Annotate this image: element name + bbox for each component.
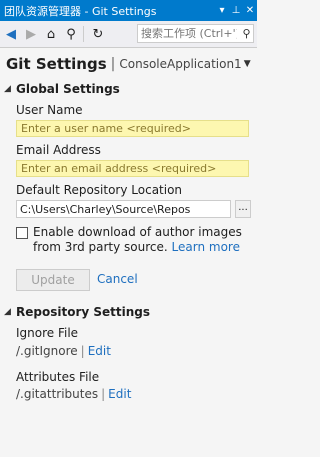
search-input[interactable] xyxy=(138,27,240,40)
ignore-file-row: /.gitIgnore | Edit xyxy=(16,344,111,358)
repo-location-field[interactable] xyxy=(16,200,231,218)
browse-button[interactable]: ... xyxy=(235,200,251,218)
repo-location-label: Default Repository Location xyxy=(16,183,183,197)
refresh-icon[interactable]: ↻ xyxy=(89,25,107,43)
toolbar: ◀ ▶ ⌂ ⚲ ↻ ⚲ xyxy=(0,21,257,48)
page-header: Git Settings | ConsoleApplication1 ▼ xyxy=(6,53,256,75)
repository-settings-header[interactable]: ◢ Repository Settings xyxy=(4,304,150,320)
search-icon[interactable]: ⚲ xyxy=(240,27,253,40)
forward-icon[interactable]: ▶ xyxy=(22,25,40,43)
ignore-edit-link[interactable]: Edit xyxy=(88,344,111,358)
window-title: 团队资源管理器 - Git Settings xyxy=(4,4,157,18)
page-title: Git Settings xyxy=(6,55,107,73)
update-button[interactable]: Update xyxy=(16,269,90,291)
learn-more-link[interactable]: Learn more xyxy=(172,240,240,254)
ignore-file-path: /.gitIgnore xyxy=(16,344,78,358)
header-separator: | xyxy=(110,56,116,72)
back-icon[interactable]: ◀ xyxy=(2,25,20,43)
user-name-field[interactable] xyxy=(16,120,249,137)
dropdown-icon[interactable]: ▾ xyxy=(215,5,229,16)
global-settings-title: Global Settings xyxy=(16,82,120,96)
toolbar-separator xyxy=(83,26,84,42)
attributes-file-row: /.gitattributes | Edit xyxy=(16,387,131,401)
collapse-icon[interactable]: ◢ xyxy=(4,307,16,317)
author-images-label: Enable download of author images from 3r… xyxy=(33,225,253,255)
repository-settings-title: Repository Settings xyxy=(16,305,151,319)
user-name-label: User Name xyxy=(16,103,83,117)
global-settings-section: ◢ Global Settings xyxy=(4,81,120,97)
global-settings-header[interactable]: ◢ Global Settings xyxy=(4,81,120,97)
author-images-checkbox[interactable] xyxy=(16,227,28,239)
email-field[interactable] xyxy=(16,160,249,177)
repo-selector[interactable]: ConsoleApplication1 xyxy=(119,57,241,71)
attributes-file-label: Attributes File xyxy=(16,370,100,384)
close-icon[interactable]: ✕ xyxy=(243,5,257,16)
search-box[interactable]: ⚲ xyxy=(137,24,254,43)
title-bar: 团队资源管理器 - Git Settings ▾ ⊥ ✕ xyxy=(0,0,257,21)
home-icon[interactable]: ⌂ xyxy=(42,25,60,43)
chevron-down-icon[interactable]: ▼ xyxy=(244,59,251,69)
author-images-text-1: Enable download of author images xyxy=(33,225,242,239)
attributes-file-path: /.gitattributes xyxy=(16,387,99,401)
ignore-file-label: Ignore File xyxy=(16,326,79,340)
pipe-separator: | xyxy=(80,344,85,358)
collapse-icon[interactable]: ◢ xyxy=(4,84,16,94)
author-images-text-2: from 3rd party source. xyxy=(33,240,168,254)
attributes-edit-link[interactable]: Edit xyxy=(108,387,131,401)
connect-icon[interactable]: ⚲ xyxy=(62,25,80,43)
repository-settings-section: ◢ Repository Settings xyxy=(4,304,150,320)
email-label: Email Address xyxy=(16,143,101,157)
pipe-separator: | xyxy=(101,387,106,401)
cancel-link[interactable]: Cancel xyxy=(97,272,138,286)
pin-icon[interactable]: ⊥ xyxy=(229,5,243,16)
